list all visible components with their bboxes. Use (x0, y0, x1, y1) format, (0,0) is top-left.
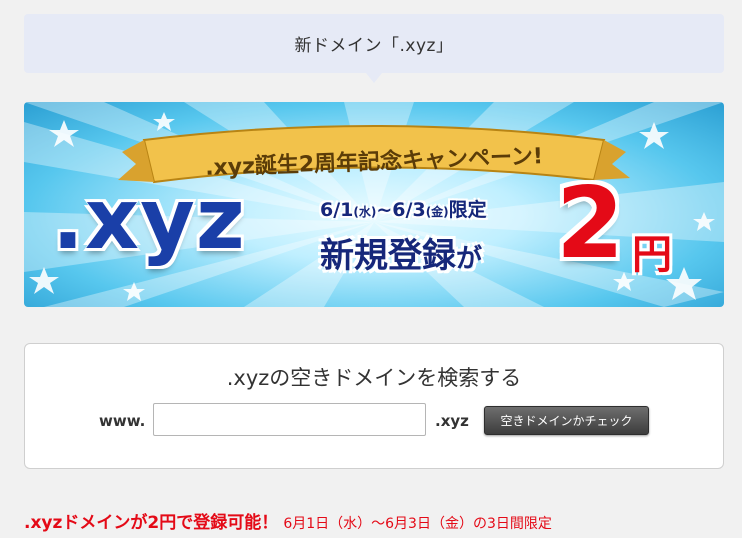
limited-label: 限定 (448, 199, 487, 221)
tld-suffix: .xyz (435, 412, 469, 430)
date-tilde: ~ (376, 199, 393, 221)
domain-check-button[interactable]: 空きドメインかチェック (484, 406, 649, 435)
price-yen: 円 (632, 232, 672, 278)
page-title: 新ドメイン「.xyz」 (294, 36, 454, 56)
promo-line: .xyzドメインが2円で登録可能！ 6月1日（水）～6月3日（金）の3日間限定 (24, 508, 552, 533)
search-title: .xyzの空きドメインを検索する (226, 366, 522, 390)
www-prefix: www. (99, 412, 146, 430)
date-end: 6/3 (392, 199, 426, 221)
promo-headline: .xyzドメインが2円で登録可能！ (24, 513, 279, 533)
xyz-logo: .xyz (52, 170, 246, 268)
campaign-dates: 6/1(水)~6/3(金)限定 (320, 195, 487, 222)
new-registration-text: 新規登録が (320, 228, 482, 277)
domain-search-panel: .xyzの空きドメインを検索する www. .xyz 空きドメインかチェック (24, 343, 724, 469)
day-end: (金) (425, 205, 449, 219)
particle-ga: が (456, 244, 483, 274)
header-pointer-arrow (366, 73, 382, 83)
page-header: 新ドメイン「.xyz」 (24, 14, 724, 83)
domain-search-input[interactable] (153, 403, 426, 436)
promo-period: 6月1日（水）～6月3日（金）の3日間限定 (283, 516, 552, 532)
new-registration-label: 新規登録 (320, 236, 456, 276)
day-start: (水) (353, 205, 377, 219)
campaign-banner[interactable]: .xyz誕生2周年記念キャンペーン! .xyz 6/1(水)~6/3(金)限定 … (24, 102, 724, 307)
price-number: 2 (556, 167, 625, 281)
date-start: 6/1 (320, 199, 354, 221)
